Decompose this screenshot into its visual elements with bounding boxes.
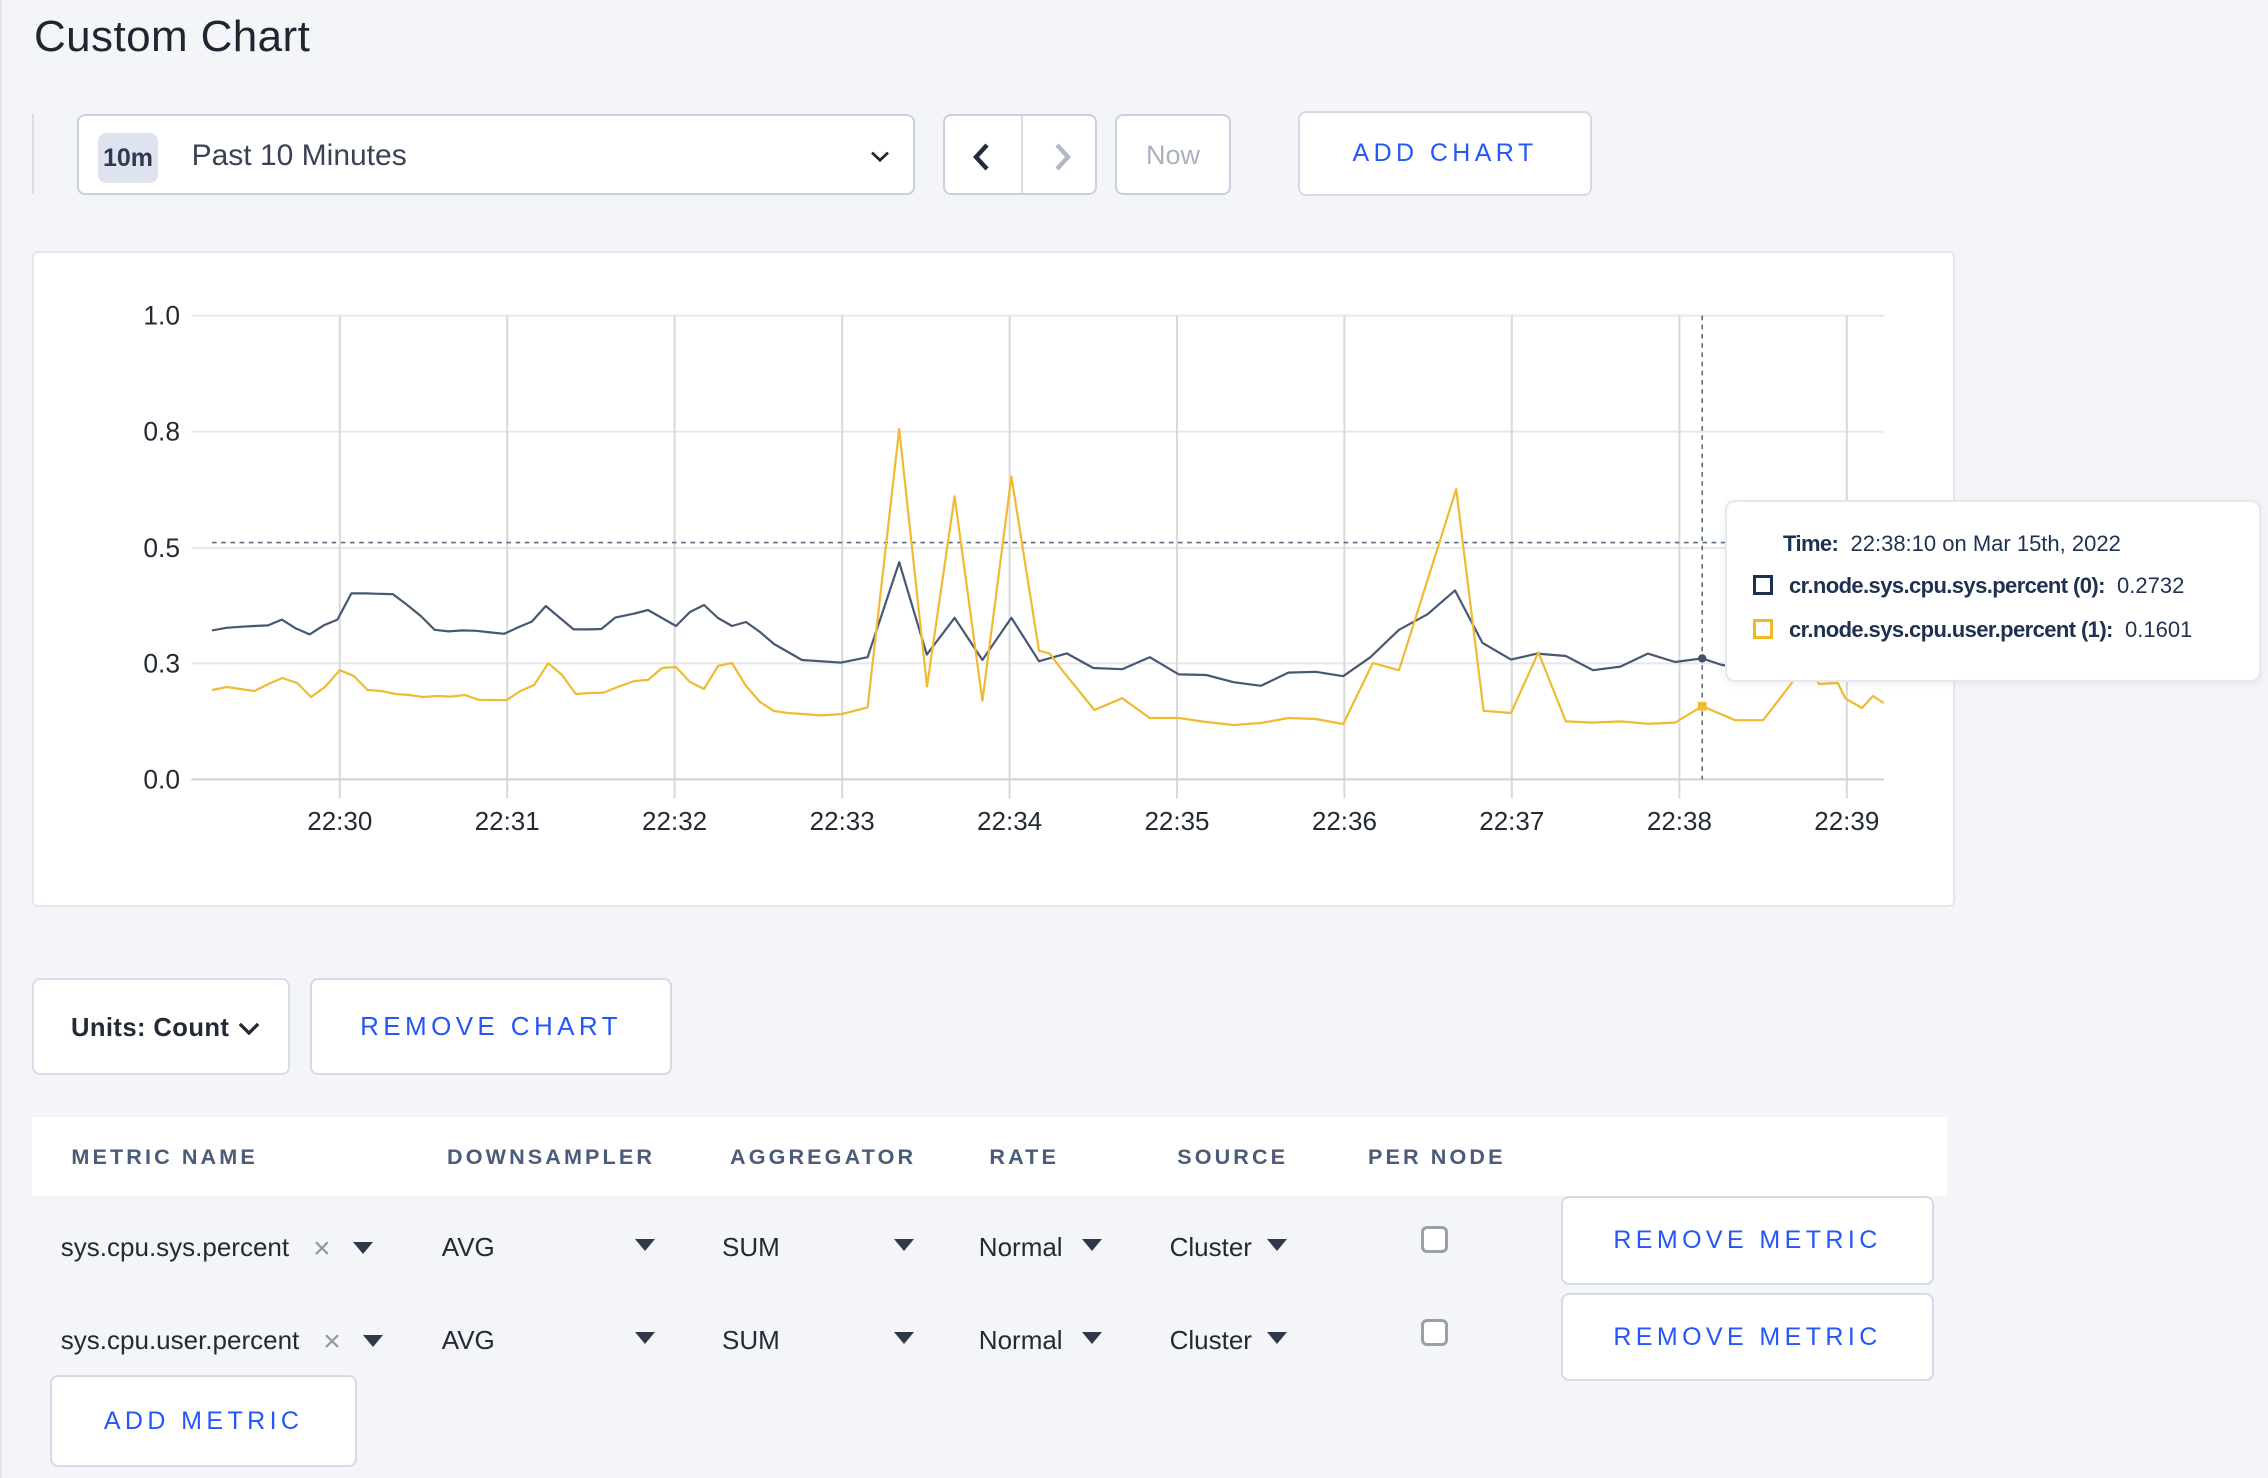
svg-text:22:34: 22:34 <box>977 806 1042 836</box>
svg-text:22:39: 22:39 <box>1814 806 1879 836</box>
svg-text:0.0: 0.0 <box>143 764 180 794</box>
svg-text:22:33: 22:33 <box>810 806 875 836</box>
svg-text:0.5: 0.5 <box>143 533 180 563</box>
svg-text:22:37: 22:37 <box>1479 806 1544 836</box>
svg-text:22:35: 22:35 <box>1144 806 1209 836</box>
svg-text:22:36: 22:36 <box>1312 806 1377 836</box>
svg-text:22:31: 22:31 <box>475 806 540 836</box>
svg-text:22:32: 22:32 <box>642 806 707 836</box>
svg-text:0.8: 0.8 <box>143 417 180 447</box>
svg-text:1.0: 1.0 <box>143 301 180 331</box>
svg-text:22:30: 22:30 <box>307 806 372 836</box>
svg-text:22:38: 22:38 <box>1647 806 1712 836</box>
svg-text:0.3: 0.3 <box>143 648 180 678</box>
